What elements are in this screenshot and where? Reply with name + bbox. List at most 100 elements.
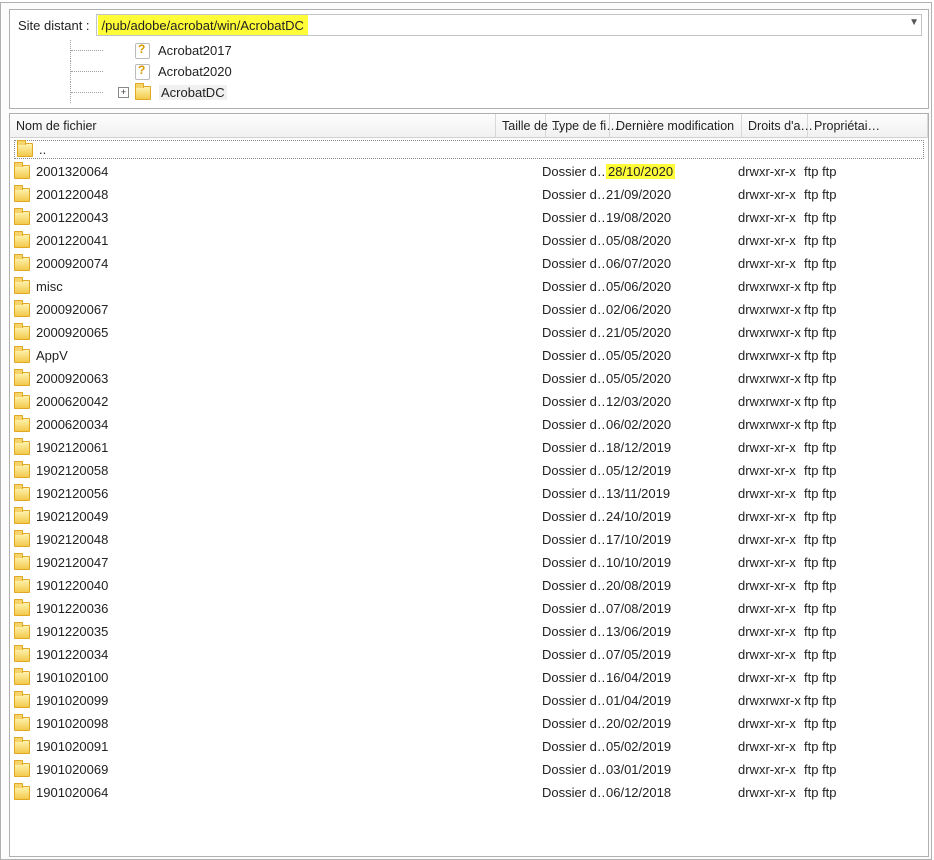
parent-dir-row[interactable]: .. <box>14 140 924 159</box>
cell-perm: drwxr-xr-x <box>738 670 804 685</box>
cell-type: Dossier d… <box>542 624 606 639</box>
cell-name: 1902120047 <box>36 555 108 570</box>
cell-date: 05/08/2020 <box>606 233 738 248</box>
cell-type: Dossier d… <box>542 463 606 478</box>
cell-perm: drwxrwxr-x <box>738 693 804 708</box>
cell-perm: drwxr-xr-x <box>738 647 804 662</box>
remote-site-frame: Site distant : /pub/adobe/acrobat/win/Ac… <box>0 2 932 860</box>
col-header-perm[interactable]: Droits d'a… <box>742 114 808 137</box>
table-row[interactable]: 1901220034Dossier d…07/05/2019drwxr-xr-x… <box>10 643 928 666</box>
tree-item[interactable]: Acrobat2017 <box>70 40 924 61</box>
cell-name: 2001320064 <box>36 164 108 179</box>
cell-date: 01/04/2019 <box>606 693 738 708</box>
table-row[interactable]: 1902120047Dossier d…10/10/2019drwxr-xr-x… <box>10 551 928 574</box>
remote-file-list[interactable]: Nom de fichier Taille de … Type de fi… D… <box>9 113 929 857</box>
cell-name: 2000920074 <box>36 256 108 271</box>
cell-name: 2000620034 <box>36 417 108 432</box>
table-row[interactable]: 1902120061Dossier d…18/12/2019drwxr-xr-x… <box>10 436 928 459</box>
cell-own: ftp ftp <box>804 647 928 662</box>
cell-date: 12/03/2020 <box>606 394 738 409</box>
cell-name: 1901220036 <box>36 601 108 616</box>
cell-name: 2001220043 <box>36 210 108 225</box>
table-row[interactable]: 1901220036Dossier d…07/08/2019drwxr-xr-x… <box>10 597 928 620</box>
folder-icon <box>14 602 30 616</box>
cell-own: ftp ftp <box>804 739 928 754</box>
table-row[interactable]: 2000920063Dossier d…05/05/2020drwxrwxr-x… <box>10 367 928 390</box>
col-header-date[interactable]: Dernière modification <box>610 114 742 137</box>
tree-expander[interactable]: + <box>118 87 129 98</box>
folder-icon <box>14 326 30 340</box>
table-row[interactable]: 1901220035Dossier d…13/06/2019drwxr-xr-x… <box>10 620 928 643</box>
table-row[interactable]: 1901020098Dossier d…20/02/2019drwxr-xr-x… <box>10 712 928 735</box>
table-row[interactable]: 1902120056Dossier d…13/11/2019drwxr-xr-x… <box>10 482 928 505</box>
folder-icon <box>14 441 30 455</box>
tree-item[interactable]: +AcrobatDC <box>70 82 924 103</box>
table-row[interactable]: 1901020064Dossier d…06/12/2018drwxr-xr-x… <box>10 781 928 804</box>
table-row[interactable]: 2000920067Dossier d…02/06/2020drwxrwxr-x… <box>10 298 928 321</box>
table-row[interactable]: 2000620034Dossier d…06/02/2020drwxrwxr-x… <box>10 413 928 436</box>
cell-name: 1902120061 <box>36 440 108 455</box>
cell-perm: drwxr-xr-x <box>738 555 804 570</box>
cell-perm: drwxr-xr-x <box>738 256 804 271</box>
chevron-down-icon[interactable]: ▼ <box>909 17 919 28</box>
folder-icon <box>17 143 33 157</box>
table-row[interactable]: 2001220048Dossier d…21/09/2020drwxr-xr-x… <box>10 183 928 206</box>
cell-type: Dossier d… <box>542 394 606 409</box>
cell-date: 05/12/2019 <box>606 463 738 478</box>
remote-path-input[interactable]: /pub/adobe/acrobat/win/AcrobatDC ▼ <box>96 14 922 36</box>
col-header-name[interactable]: Nom de fichier <box>10 114 496 137</box>
tree-item[interactable]: Acrobat2020 <box>70 61 924 82</box>
cell-type: Dossier d… <box>542 417 606 432</box>
cell-type: Dossier d… <box>542 325 606 340</box>
table-row[interactable]: 1902120058Dossier d…05/12/2019drwxr-xr-x… <box>10 459 928 482</box>
table-row[interactable]: 1901020099Dossier d…01/04/2019drwxrwxr-x… <box>10 689 928 712</box>
table-row[interactable]: 1902120048Dossier d…17/10/2019drwxr-xr-x… <box>10 528 928 551</box>
remote-tree[interactable]: Acrobat2017 Acrobat2020+AcrobatDC <box>70 40 924 104</box>
folder-icon <box>14 349 30 363</box>
cell-type: Dossier d… <box>542 716 606 731</box>
table-row[interactable]: 2000920074Dossier d…06/07/2020drwxr-xr-x… <box>10 252 928 275</box>
col-header-type[interactable]: Type de fi… <box>546 114 610 137</box>
folder-icon <box>14 740 30 754</box>
table-row[interactable]: 2001220041Dossier d…05/08/2020drwxr-xr-x… <box>10 229 928 252</box>
table-row[interactable]: 1901020069Dossier d…03/01/2019drwxr-xr-x… <box>10 758 928 781</box>
cell-own: ftp ftp <box>804 164 928 179</box>
table-row[interactable]: 2000920065Dossier d…21/05/2020drwxrwxr-x… <box>10 321 928 344</box>
remote-path-value: /pub/adobe/acrobat/win/AcrobatDC <box>98 15 308 35</box>
tree-item-label: Acrobat2017 <box>158 43 232 58</box>
table-row[interactable]: AppVDossier d…05/05/2020drwxrwxr-xftp ft… <box>10 344 928 367</box>
cell-type: Dossier d… <box>542 302 606 317</box>
folder-icon <box>14 763 30 777</box>
remote-path-panel: Site distant : /pub/adobe/acrobat/win/Ac… <box>9 9 929 109</box>
col-header-size[interactable]: Taille de … <box>496 114 546 137</box>
table-row[interactable]: 1901220040Dossier d…20/08/2019drwxr-xr-x… <box>10 574 928 597</box>
folder-icon <box>14 464 30 478</box>
cell-own: ftp ftp <box>804 716 928 731</box>
cell-date: 03/01/2019 <box>606 762 738 777</box>
col-header-own[interactable]: Propriétai… <box>808 114 928 137</box>
cell-own: ftp ftp <box>804 233 928 248</box>
cell-type: Dossier d… <box>542 693 606 708</box>
cell-own: ftp ftp <box>804 440 928 455</box>
cell-name: 1901020100 <box>36 670 108 685</box>
table-row[interactable]: miscDossier d…05/06/2020drwxrwxr-xftp ft… <box>10 275 928 298</box>
table-row[interactable]: 1902120049Dossier d…24/10/2019drwxr-xr-x… <box>10 505 928 528</box>
cell-name: 1902120058 <box>36 463 108 478</box>
cell-perm: drwxr-xr-x <box>738 739 804 754</box>
table-row[interactable]: 2001220043Dossier d…19/08/2020drwxr-xr-x… <box>10 206 928 229</box>
cell-type: Dossier d… <box>542 739 606 754</box>
cell-name: 1901220034 <box>36 647 108 662</box>
table-row[interactable]: 2001320064Dossier d…28/10/2020drwxr-xr-x… <box>10 160 928 183</box>
table-row[interactable]: 2000620042Dossier d…12/03/2020drwxrwxr-x… <box>10 390 928 413</box>
cell-name: 1901220035 <box>36 624 108 639</box>
cell-own: ftp ftp <box>804 670 928 685</box>
cell-name: 1901020098 <box>36 716 108 731</box>
table-row[interactable]: 1901020100Dossier d…16/04/2019drwxr-xr-x… <box>10 666 928 689</box>
folder-icon <box>14 786 30 800</box>
cell-name: 2001220048 <box>36 187 108 202</box>
cell-perm: drwxr-xr-x <box>738 187 804 202</box>
cell-type: Dossier d… <box>542 578 606 593</box>
table-row[interactable]: 1901020091Dossier d…05/02/2019drwxr-xr-x… <box>10 735 928 758</box>
cell-date: 24/10/2019 <box>606 509 738 524</box>
cell-own: ftp ftp <box>804 601 928 616</box>
